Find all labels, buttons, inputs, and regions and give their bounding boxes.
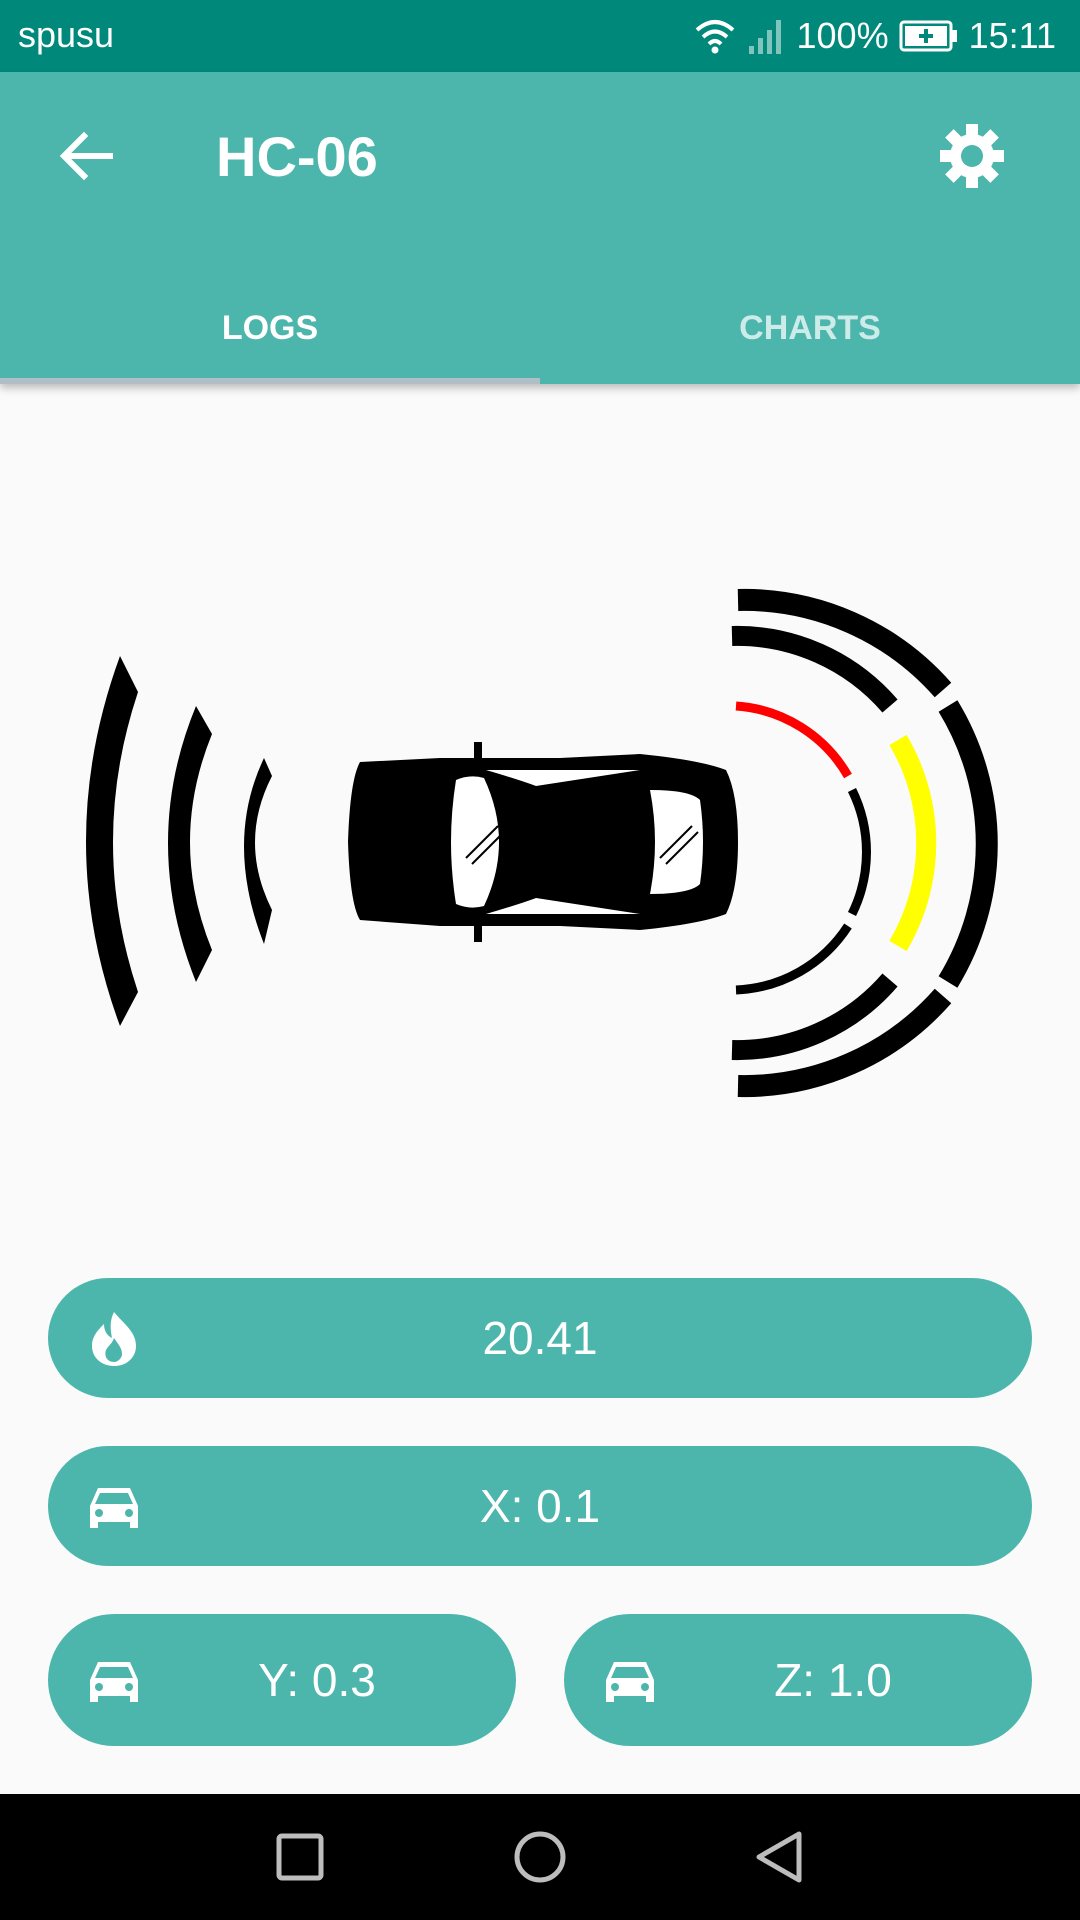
recents-button[interactable] (267, 1824, 333, 1890)
y-axis-value: Y: 0.3 (258, 1654, 376, 1706)
battery-charging-icon (899, 20, 957, 52)
temperature-pill[interactable]: 20.41 (48, 1278, 1032, 1398)
system-back-button[interactable] (747, 1824, 813, 1890)
right-sensor-arcs (731, 588, 998, 1098)
car-top-view-icon (348, 742, 738, 942)
back-button[interactable] (56, 126, 116, 186)
mid-arc-active (889, 734, 937, 952)
tab-charts[interactable]: CHARTS (540, 272, 1080, 384)
signal-icon (748, 20, 781, 54)
app-bar: HC-06 LOGS CHARTS (0, 72, 1080, 384)
left-sensor-waves (86, 656, 272, 1026)
back-triangle-icon (756, 1831, 802, 1883)
recents-square-icon (276, 1833, 324, 1881)
x-axis-pill[interactable]: X: 0.1 (48, 1446, 1032, 1566)
x-axis-value: X: 0.1 (479, 1480, 601, 1532)
tab-logs[interactable]: LOGS (0, 272, 540, 384)
arrow-back-icon (59, 131, 113, 181)
status-bar: spusu 100% 15:11 (0, 0, 1080, 72)
home-button[interactable] (507, 1824, 573, 1890)
navigation-bar (0, 1794, 1080, 1920)
carrier-label: spusu (18, 14, 115, 55)
settings-button[interactable] (936, 120, 1008, 192)
battery-percent: 100% (796, 15, 889, 56)
page-title: HC-06 (216, 125, 378, 188)
gear-icon (940, 124, 1004, 188)
clock: 15:11 (968, 15, 1056, 56)
temperature-value: 20.41 (482, 1312, 598, 1364)
z-axis-value: Z: 1.0 (774, 1654, 892, 1706)
status-icons: 100% 15:11 (693, 12, 1056, 60)
z-axis-pill[interactable]: Z: 1.0 (564, 1614, 1032, 1746)
near-arc-active (735, 701, 852, 779)
y-axis-pill[interactable]: Y: 0.3 (48, 1614, 516, 1746)
tab-indicator (0, 378, 540, 384)
parking-sensor-visual (86, 588, 998, 1098)
home-circle-icon (514, 1831, 566, 1883)
wifi-icon (695, 20, 734, 54)
